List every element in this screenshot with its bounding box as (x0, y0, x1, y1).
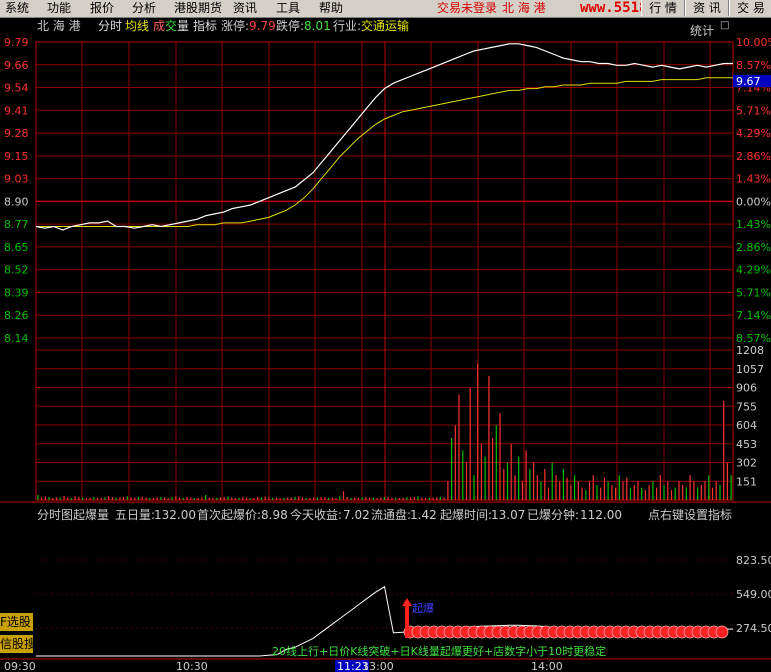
header-stock-name: 北 海 港 (37, 18, 81, 33)
signal-label: 起爆 (412, 601, 434, 615)
price-axis-label: 9.79 (4, 36, 29, 49)
percent-axis-label: 1.43% (736, 218, 771, 231)
volume-axis-label: 453 (736, 438, 757, 451)
volume-axis-label: 906 (736, 382, 757, 395)
price-axis-label: 9.66 (4, 59, 29, 72)
indicator-title: 分时图起爆量 (37, 508, 109, 522)
volume-axis-label: 302 (736, 457, 757, 470)
volume-axis-label: 1208 (736, 344, 764, 357)
current-price-text: 9.67 (736, 75, 761, 88)
percent-axis-label: 2.86% (736, 241, 771, 254)
tab-vol-b[interactable]: 交 (165, 18, 177, 33)
stock-picker-button[interactable]: F选股 (0, 613, 33, 631)
price-axis-label: 8.26 (4, 309, 29, 322)
price-axis-label: 8.52 (4, 264, 29, 277)
limit-down-label: 跌停: (276, 18, 304, 33)
five-day-value: 132.00 (154, 508, 196, 522)
percent-axis-label: 8.57% (736, 59, 771, 72)
percent-axis-label: 1.43% (736, 173, 771, 186)
menu-hk-futures[interactable]: 港股期货 (174, 1, 222, 16)
axes-labels: 9.79 9.66 9.54 9.41 9.28 9.15 9.03 8.90 8.77 8.65… (4, 36, 771, 672)
stats-box-icon[interactable]: □ (720, 20, 729, 31)
signal-bead (715, 625, 729, 639)
volume-bars (37, 363, 732, 500)
industry-value: 交通运输 (361, 18, 409, 33)
menu-bar: 系统 功能 报价 分析 港股期货 资讯 工具 帮助 交易未登录 北 海 港 ww… (0, 0, 771, 18)
industry-label: 行业: (333, 19, 361, 33)
today-return-value: 7.02 (343, 508, 370, 522)
news-button[interactable]: 资 讯 (685, 0, 729, 16)
indicator-hint[interactable]: 点右键设置指标 (648, 507, 732, 522)
time-axis-label: 10:30 (176, 660, 208, 672)
stats-label[interactable]: 统计 (690, 24, 714, 38)
indicator-note: 20线上行+日价K线突破+日K线量起爆更好+店数字小于10时更稳定 (272, 644, 606, 658)
chart-grid (0, 41, 771, 660)
first-price-label: 首次起爆价: (197, 508, 261, 522)
limit-up-label: 涨停: (221, 18, 249, 33)
percent-axis-label: 0.00% (736, 195, 771, 208)
menu-help[interactable]: 帮助 (319, 1, 343, 16)
volume-axis-label: 1057 (736, 363, 764, 376)
indicator-axis-label: 549.00 (736, 588, 771, 601)
price-axis-label: 8.77 (4, 218, 29, 231)
price-axis-label: 8.90 (4, 195, 29, 208)
minutes-value: 112.00 (580, 508, 622, 522)
tab-indicator[interactable]: 指标 (193, 18, 217, 33)
percent-axis-label: 10.00% (736, 36, 771, 49)
percent-axis-label: 5.71% (736, 104, 771, 117)
indicator-axis-label: 274.50 (736, 622, 771, 635)
indicator-axis-label: 823.50 (736, 554, 771, 567)
login-status[interactable]: 交易未登录 (437, 1, 497, 16)
limit-down-value: 8.01 (304, 19, 331, 33)
trade-button[interactable]: 交 易 (729, 0, 771, 16)
quote-button[interactable]: 行 情 (641, 0, 685, 16)
menu-quote[interactable]: 报价 (90, 1, 114, 16)
indicator-panel: 823.50 549.00 274.50 起爆 20线上行+日价K线突破+日K线量起爆更… (36, 554, 771, 658)
menu-system[interactable]: 系统 (5, 1, 29, 16)
time-label: 起爆时间: (440, 508, 492, 522)
float-label: 流通盘: (371, 507, 411, 522)
price-axis-label: 9.28 (4, 127, 29, 140)
volume-axis-label: 755 (736, 400, 757, 413)
percent-axis-label: 4.29% (736, 264, 771, 277)
volume-axis-label: 604 (736, 419, 757, 432)
today-return-label: 今天收益: (290, 507, 342, 522)
time-value: 13.07 (491, 508, 525, 522)
percent-axis-label: 2.86% (736, 150, 771, 163)
time-axis-label: 09:30 (4, 660, 36, 672)
minutes-label: 已爆分钟: (527, 507, 579, 522)
menu-function[interactable]: 功能 (47, 1, 71, 16)
tab-vol-c[interactable]: 量 (177, 19, 189, 33)
stock-title: 北 海 港 (502, 1, 546, 15)
five-day-label: 五日量: (115, 508, 155, 522)
time-axis-label: 13:00 (362, 660, 394, 672)
tab-junxian[interactable]: 均线 (125, 19, 149, 33)
percent-axis-label: 5.71% (736, 286, 771, 299)
price-axis-label: 9.41 (4, 104, 29, 117)
price-axis-label: 8.14 (4, 332, 29, 345)
stock-search-button[interactable]: 信股搜 (0, 635, 33, 653)
tab-fenshi[interactable]: 分时 (98, 19, 122, 33)
price-axis-label: 9.54 (4, 82, 29, 95)
menu-analysis[interactable]: 分析 (132, 1, 156, 16)
percent-axis-label: 7.14% (736, 309, 771, 322)
price-axis-label: 8.39 (4, 286, 29, 299)
price-axis-label: 8.65 (4, 241, 29, 254)
volume-axis-label: 151 (736, 475, 757, 488)
percent-axis-label: 4.29% (736, 127, 771, 140)
intraday-chart[interactable]: 北 海 港 分时 均线 成 交 量 指标 涨停: 9.79 跌停: 8.01 行… (0, 18, 771, 672)
price-axis-label: 9.03 (4, 173, 29, 186)
price-axis-label: 9.15 (4, 150, 29, 163)
tab-vol-a[interactable]: 成 (153, 19, 165, 33)
limit-up-value: 9.79 (249, 19, 276, 33)
signal-arrow-icon (402, 598, 412, 606)
first-price-value: 8.98 (261, 508, 288, 522)
menu-tools[interactable]: 工具 (276, 1, 300, 16)
time-axis-label: 14:00 (531, 660, 563, 672)
menu-news[interactable]: 资讯 (233, 1, 257, 16)
float-value: 1.42 (410, 508, 437, 522)
signal-marker (405, 602, 409, 638)
